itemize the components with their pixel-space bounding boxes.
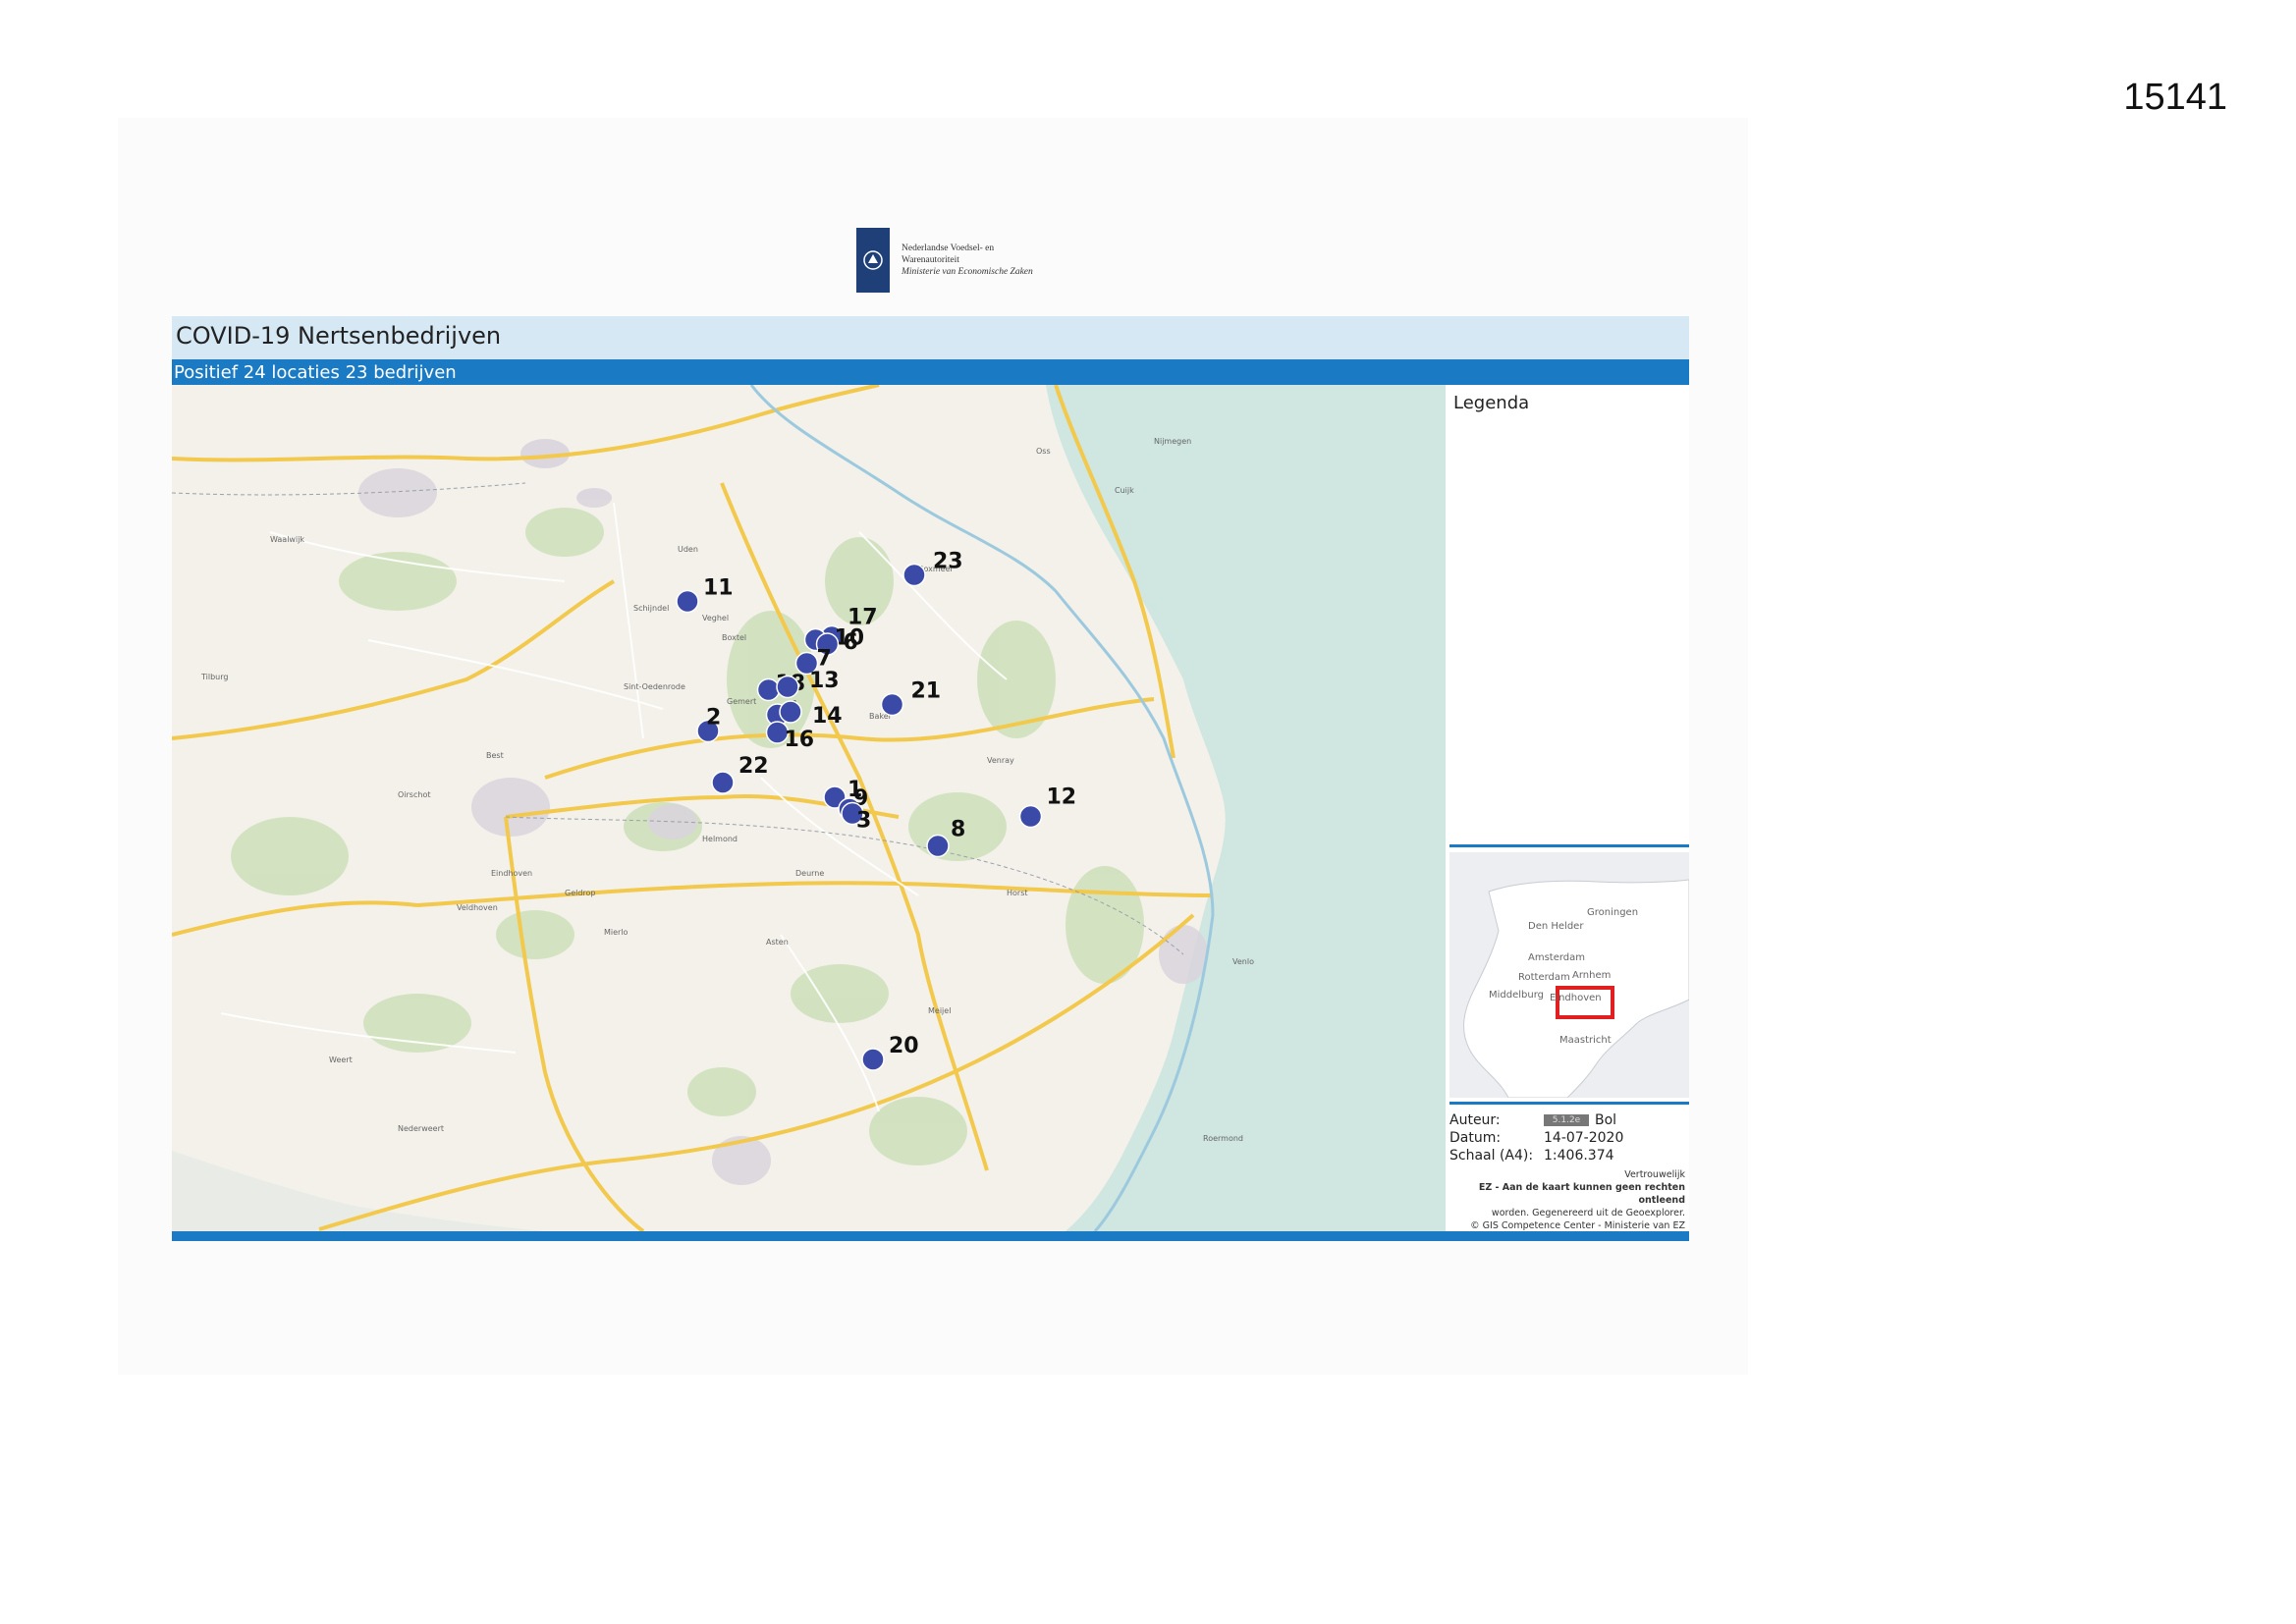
- inset-label-rotterdam: Rotterdam: [1518, 972, 1570, 983]
- inset-label-amsterdam: Amsterdam: [1528, 952, 1586, 963]
- scale-value: 1:406.374: [1544, 1148, 1614, 1164]
- disclaimer: Vertrouwelijk EZ - Aan de kaart kunnen g…: [1449, 1168, 1685, 1232]
- town-label: Roermond: [1203, 1134, 1243, 1143]
- legend-separator: [1449, 844, 1689, 847]
- marker-label-21: 21: [911, 679, 942, 704]
- marker-label-14: 14: [812, 704, 843, 729]
- marker-label-20: 20: [889, 1034, 919, 1058]
- town-label: Oss: [1036, 447, 1051, 456]
- title-bar: COVID-19 Nertsenbedrijven: [172, 316, 1689, 359]
- location-marker-13[interactable]: [776, 675, 799, 699]
- marker-label-3: 3: [856, 809, 871, 834]
- location-marker-12[interactable]: [1018, 804, 1043, 829]
- marker-label-11: 11: [703, 576, 734, 601]
- overview-inset-map: Groningen Den Helder Amsterdam Arnhem Ro…: [1449, 852, 1689, 1098]
- town-label: Deurne: [795, 869, 824, 878]
- inset-label-eindhoven: Eindhoven: [1550, 993, 1602, 1003]
- marker-label-2: 2: [706, 706, 721, 731]
- town-label: Oirschot: [398, 790, 430, 799]
- town-label: Boxtel: [722, 633, 746, 642]
- logo-line-2: Warenautoriteit: [902, 255, 959, 265]
- town-label: Cuijk: [1115, 486, 1134, 495]
- legend-title: Legenda: [1453, 393, 1530, 413]
- town-label: Nederweert: [398, 1124, 444, 1133]
- date-label: Datum:: [1449, 1130, 1502, 1146]
- scale-label: Schaal (A4):: [1449, 1148, 1534, 1164]
- town-label: Schijndel: [633, 604, 669, 613]
- logo-line-3: Ministerie van Economische Zaken: [902, 267, 1033, 277]
- town-label: Uden: [678, 545, 698, 554]
- marker-label-16: 16: [785, 728, 815, 752]
- meta-separator: [1449, 1102, 1689, 1105]
- town-label: Nijmegen: [1154, 437, 1191, 446]
- marker-label-22: 22: [738, 754, 769, 779]
- crest-icon: [856, 228, 890, 293]
- urban-areas: [358, 439, 1208, 1185]
- location-marker-20[interactable]: [861, 1048, 885, 1071]
- marker-label-6: 6: [844, 630, 858, 655]
- location-marker-11[interactable]: [676, 589, 699, 614]
- marker-label-23: 23: [933, 550, 963, 574]
- town-label: Veldhoven: [457, 903, 498, 912]
- location-marker-21[interactable]: [880, 692, 904, 717]
- subtitle-bar: Positief 24 locaties 23 bedrijven: [172, 359, 1689, 385]
- town-label: Meijel: [928, 1006, 951, 1015]
- redaction-box: 5.1.2e: [1544, 1114, 1589, 1126]
- date-value: 14-07-2020: [1544, 1130, 1624, 1146]
- marker-label-13: 13: [809, 669, 840, 693]
- inset-label-groningen: Groningen: [1587, 907, 1639, 918]
- map-svg[interactable]: Oss Uden Veghel Boxtel Schijndel Eindhoven Hel…: [172, 385, 1446, 1231]
- marker-label-12: 12: [1047, 785, 1077, 810]
- town-label: Weert: [329, 1056, 353, 1064]
- town-label: Gemert: [727, 697, 756, 706]
- map-subtitle: Positief 24 locaties 23 bedrijven: [174, 362, 457, 383]
- town-label: Helmond: [702, 835, 738, 843]
- location-marker-14[interactable]: [779, 700, 802, 724]
- town-label: Eindhoven: [491, 869, 532, 878]
- town-label: Horst: [1007, 889, 1028, 897]
- side-panel: Legenda Groningen Den Helder Amsterdam A…: [1446, 385, 1689, 1231]
- location-marker-23[interactable]: [902, 563, 926, 587]
- disclaimer-line-1: EZ - Aan de kaart kunnen geen rechten on…: [1478, 1182, 1685, 1206]
- marker-label-8: 8: [951, 818, 965, 842]
- town-label: Venray: [987, 756, 1014, 765]
- map-title: COVID-19 Nertsenbedrijven: [176, 322, 502, 350]
- ministry-logo: Nederlandse Voedsel- en Warenautoriteit …: [856, 228, 1033, 293]
- author-value: Bol: [1595, 1112, 1617, 1128]
- town-label: Best: [486, 751, 504, 760]
- page-number: 15141: [2123, 77, 2227, 118]
- town-label: Asten: [766, 938, 789, 947]
- marker-label-7: 7: [817, 647, 832, 672]
- disclaimer-line-2: worden. Gegenereerd uit de Geoexplorer.: [1491, 1208, 1685, 1218]
- author-label: Auteur:: [1449, 1112, 1501, 1128]
- town-label: Veghel: [702, 614, 729, 623]
- inset-label-arnhem: Arnhem: [1572, 970, 1612, 981]
- town-label: Geldrop: [565, 889, 596, 897]
- town-label: Sint-Oedenrode: [624, 682, 685, 691]
- location-marker-22[interactable]: [711, 771, 735, 794]
- logo-line-1: Nederlandse Voedsel- en: [902, 244, 995, 253]
- map-canvas[interactable]: Oss Uden Veghel Boxtel Schijndel Eindhoven Hel…: [172, 385, 1446, 1231]
- disclaimer-line-0: Vertrouwelijk: [1624, 1169, 1685, 1180]
- town-label: Venlo: [1232, 957, 1254, 966]
- town-label: Tilburg: [200, 673, 228, 681]
- town-label: Waalwijk: [270, 535, 304, 544]
- map-metadata: Auteur: 5.1.2e Bol Datum: 14-07-2020 Sch…: [1449, 1111, 1689, 1164]
- town-label: Mierlo: [604, 928, 629, 937]
- inset-label-den-helder: Den Helder: [1528, 921, 1584, 932]
- map-frame: COVID-19 Nertsenbedrijven Positief 24 lo…: [172, 316, 1689, 1241]
- inset-label-middelburg: Middelburg: [1489, 990, 1545, 1001]
- location-marker-8[interactable]: [926, 834, 950, 858]
- bottom-bar: [172, 1231, 1689, 1241]
- inset-label-maastricht: Maastricht: [1559, 1035, 1612, 1046]
